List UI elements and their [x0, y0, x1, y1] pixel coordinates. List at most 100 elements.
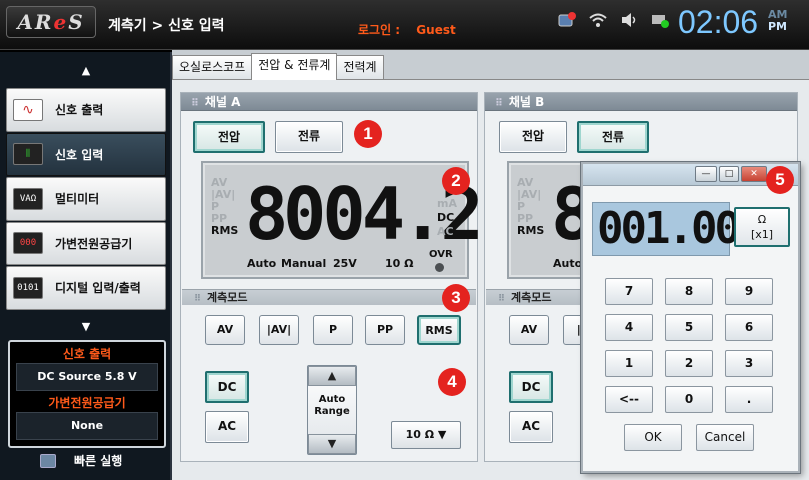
clock-time: 02:06 — [678, 4, 759, 40]
minimize-button[interactable]: — — [695, 166, 717, 182]
channel-a-units: mA DC AC — [437, 197, 457, 238]
key-7[interactable]: 7 — [605, 278, 653, 305]
channel-b-mode-av-button[interactable]: AV — [509, 315, 549, 345]
channel-b-current-button[interactable]: 전류 — [577, 121, 649, 153]
sidebar-menu: ∿ 신호 출력 ⫼ 신호 입력 VAΩ 멀티미터 000 가변전원공급기 010… — [6, 88, 166, 311]
channel-a-ohm-range-label: 10 Ω — [385, 257, 414, 270]
channel-a-ghost-digit: 8 — [245, 172, 288, 256]
clock-pm: PM — [768, 20, 788, 33]
range-up-button[interactable]: ▲ — [308, 366, 356, 386]
top-bar: AReS 계측기 > 신호 입력 로그인 : Guest 02:06 AM PM — [0, 0, 809, 50]
channel-b-dc-button[interactable]: DC — [509, 371, 553, 403]
quick-run-button[interactable]: 빠른 실행 — [40, 452, 122, 469]
multimeter-icon: VAΩ — [13, 187, 43, 210]
channel-a-mode-section-title: 계측모드 — [182, 289, 476, 305]
tab-power-meter[interactable]: 전력계 — [336, 55, 384, 79]
channel-a-display: AV |AV| P PP RMS 8 004.2 mA DC AC Auto M… — [201, 161, 484, 279]
cancel-button[interactable]: Cancel — [696, 424, 754, 451]
channel-b-voltage-button[interactable]: 전압 — [499, 121, 567, 153]
channel-a-mode-abs-av-button[interactable]: |AV| — [259, 315, 299, 345]
key-4[interactable]: 4 — [605, 314, 653, 341]
channel-a-current-button[interactable]: 전류 — [275, 121, 343, 153]
breadcrumb: 계측기 > 신호 입력 — [108, 18, 225, 34]
channel-a-ac-button[interactable]: AC — [205, 411, 249, 443]
channel-b-ac-button[interactable]: AC — [509, 411, 553, 443]
channel-b-title: 채널 B — [485, 93, 797, 111]
wifi-icon[interactable] — [587, 10, 609, 32]
digital-io-icon: 0101 — [13, 276, 43, 299]
sidebar-item-label: 가변전원공급기 — [55, 236, 133, 251]
app-window: AReS 계측기 > 신호 입력 로그인 : Guest 02:06 AM PM — [0, 0, 809, 480]
channel-a-mode-rms-button[interactable]: RMS — [417, 315, 461, 345]
keypad-grid: 7 8 9 4 5 6 1 2 3 <-- 0 . — [605, 278, 773, 413]
tab-voltage-current-meter[interactable]: 전압 & 전류계 — [251, 53, 338, 80]
channel-a-voltage-range: 25V — [333, 257, 357, 270]
quick-run-label: 빠른 실행 — [74, 454, 123, 468]
power-supply-status-value[interactable]: None — [16, 412, 158, 440]
signal-output-status-title: 신호 출력 — [62, 347, 112, 361]
channel-a-mode-p-button[interactable]: P — [313, 315, 353, 345]
channel-a-display-labels: AV |AV| P PP RMS — [211, 176, 239, 237]
key-3[interactable]: 3 — [725, 350, 773, 377]
callout-3: 3 — [442, 284, 470, 312]
callout-1: 1 — [354, 120, 382, 148]
network-badge-icon[interactable] — [556, 10, 578, 32]
callout-5: 5 — [766, 166, 794, 194]
key-6[interactable]: 6 — [725, 314, 773, 341]
keypad-unit-button[interactable]: Ω [x1] — [734, 207, 790, 247]
sidebar-item-label: 신호 출력 — [55, 103, 104, 118]
key-decimal[interactable]: . — [725, 386, 773, 413]
signal-input-icon: ⫼ — [13, 143, 43, 166]
channel-a-range-control: ▲ Auto Range ▼ — [307, 365, 357, 455]
channel-b-display-labels: AV |AV| P PP RMS — [517, 176, 545, 237]
numeric-keypad-dialog: — □ ✕ 001.00 Ω [x1] 7 8 9 4 5 6 1 2 3 <-… — [581, 162, 800, 473]
sidebar-item-digital-io[interactable]: 0101 디지털 입력/출력 — [6, 266, 166, 310]
signal-output-status-value[interactable]: DC Source 5.8 V — [16, 363, 158, 391]
key-2[interactable]: 2 — [665, 350, 713, 377]
channel-b-auto-label: Auto — [553, 257, 583, 270]
channel-a-shunt-select[interactable]: 10 Ω ▼ — [391, 421, 461, 449]
sidebar-item-power-supply[interactable]: 000 가변전원공급기 — [6, 221, 166, 265]
quick-status-panel: 신호 출력 DC Source 5.8 V 가변전원공급기 None — [8, 340, 166, 448]
tab-oscilloscope[interactable]: 오실로스코프 — [172, 55, 253, 79]
login-status: 로그인 : Guest — [358, 21, 456, 38]
range-mode-label: Auto Range — [314, 394, 350, 417]
ok-button[interactable]: OK — [624, 424, 682, 451]
channel-a-voltage-button[interactable]: 전압 — [193, 121, 265, 153]
channel-a-mode-pp-button[interactable]: PP — [365, 315, 405, 345]
sidebar-scroll-up-button[interactable]: ▲ — [6, 62, 166, 80]
sidebar-item-multimeter[interactable]: VAΩ 멀티미터 — [6, 177, 166, 221]
login-user: Guest — [416, 23, 456, 37]
sidebar-item-signal-input[interactable]: ⫼ 신호 입력 — [6, 132, 166, 176]
sidebar-item-label: 디지털 입력/출력 — [55, 281, 141, 296]
sidebar-item-label: 신호 입력 — [55, 147, 104, 162]
channel-a-manual-label: Manual — [281, 257, 327, 270]
channel-a-panel: 채널 A 전압 전류 AV |AV| P PP RMS 8 004.2 mA — [180, 92, 484, 462]
channel-a-auto-label: Auto — [247, 257, 277, 270]
channel-a-dc-button[interactable]: DC — [205, 371, 249, 403]
signal-output-icon: ∿ — [13, 98, 43, 121]
key-backspace[interactable]: <-- — [605, 386, 653, 413]
key-8[interactable]: 8 — [665, 278, 713, 305]
power-supply-icon: 000 — [13, 232, 43, 255]
maximize-button[interactable]: □ — [719, 166, 739, 182]
callout-4: 4 — [438, 368, 466, 396]
keypad-value-display[interactable]: 001.00 — [592, 202, 741, 256]
key-9[interactable]: 9 — [725, 278, 773, 305]
speaker-icon[interactable] — [618, 10, 640, 32]
channel-a-title: 채널 A — [181, 93, 477, 111]
quick-run-icon — [40, 453, 56, 468]
sidebar-item-signal-output[interactable]: ∿ 신호 출력 — [6, 88, 166, 132]
channel-a-mode-av-button[interactable]: AV — [205, 315, 245, 345]
instrument-tabs: 오실로스코프 전압 & 전류계 전력계 — [172, 53, 384, 80]
channel-a-ovr-label: OVR — [429, 249, 453, 260]
range-down-button[interactable]: ▼ — [308, 434, 356, 454]
key-5[interactable]: 5 — [665, 314, 713, 341]
sidebar-scroll-down-button[interactable]: ▼ — [6, 318, 166, 336]
key-0[interactable]: 0 — [665, 386, 713, 413]
left-sidebar: ▲ ∿ 신호 출력 ⫼ 신호 입력 VAΩ 멀티미터 000 가변전원공급기 0… — [0, 52, 172, 480]
key-1[interactable]: 1 — [605, 350, 653, 377]
close-button[interactable]: ✕ — [741, 166, 767, 182]
clock-ampm: AM PM — [768, 9, 787, 33]
device-check-icon[interactable] — [649, 10, 671, 32]
